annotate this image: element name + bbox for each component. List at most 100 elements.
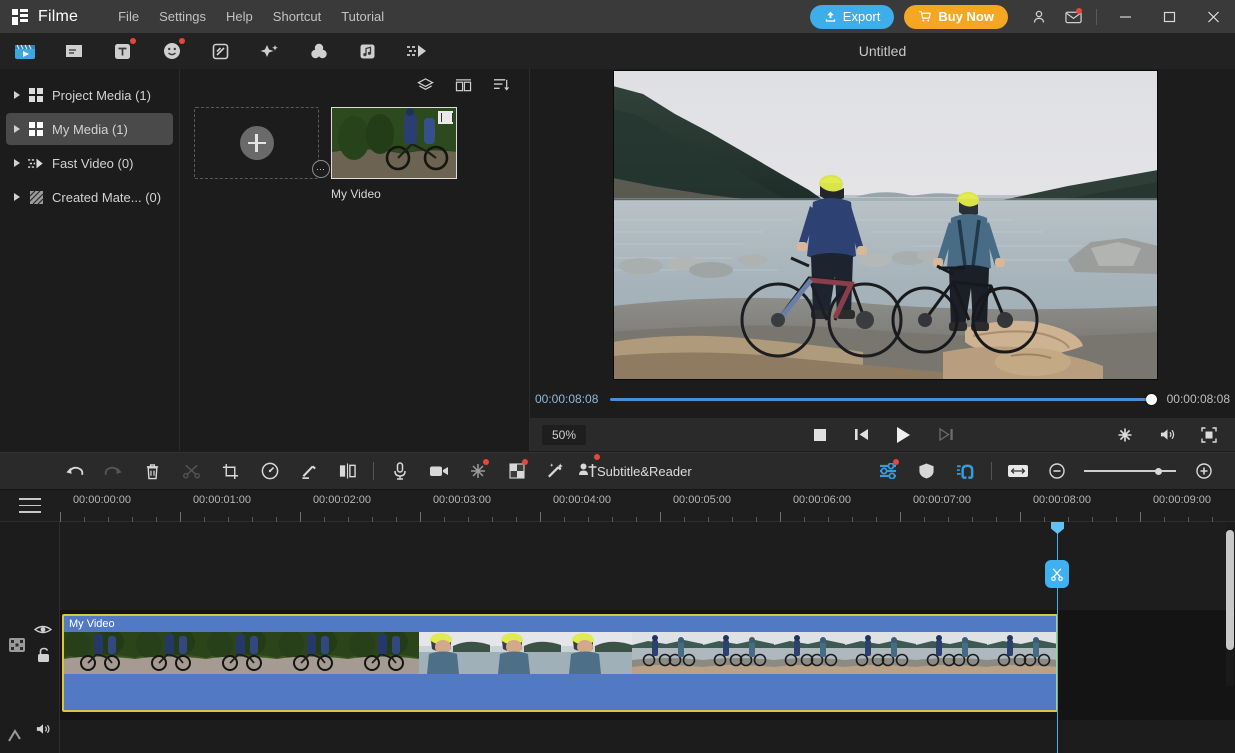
- scrollbar-thumb[interactable]: [1226, 530, 1234, 650]
- media-item[interactable]: My Video: [331, 107, 457, 201]
- sidebar-item-created-materials[interactable]: Created Mate... (0): [6, 181, 173, 213]
- zoom-in-button[interactable]: [1184, 452, 1223, 490]
- playhead[interactable]: [1045, 522, 1069, 753]
- subtitle-badge-dot: [594, 454, 600, 460]
- menu-help[interactable]: Help: [216, 3, 263, 30]
- tool-audio[interactable]: [343, 33, 392, 69]
- video-preview[interactable]: [613, 70, 1158, 380]
- mirror-button[interactable]: [328, 452, 367, 490]
- subtitle-reader-icon-wrap[interactable]: [575, 452, 601, 490]
- color-edit-button[interactable]: [289, 452, 328, 490]
- prev-frame-button[interactable]: [852, 425, 872, 445]
- buy-now-button[interactable]: Buy Now: [904, 4, 1008, 29]
- minimize-button[interactable]: [1103, 0, 1147, 33]
- screen-record-button[interactable]: [419, 452, 458, 490]
- ruler-ticks: 00:00:00:00 00:00:01:00 00:00:02:00 00:00:0…: [60, 490, 1235, 522]
- tool-text[interactable]: [98, 33, 147, 69]
- settings-button[interactable]: [1115, 425, 1135, 445]
- more-options-icon[interactable]: ⋯: [312, 160, 330, 178]
- sidebar-item-fast-video[interactable]: Fast Video (0): [6, 147, 173, 179]
- subtitle-reader-label[interactable]: Subtitle&Reader: [597, 464, 692, 479]
- ruler-label: 00:00:03:00: [432, 494, 492, 506]
- preview-zoom-level[interactable]: 50%: [542, 424, 587, 445]
- account-button[interactable]: [1022, 0, 1056, 33]
- green-screen-badge-dot: [522, 459, 528, 465]
- messages-button[interactable]: [1056, 0, 1090, 33]
- grid-view-icon[interactable]: [453, 75, 473, 95]
- ruler-label: 00:00:01:00: [192, 494, 252, 506]
- add-media-tile[interactable]: ⋯: [194, 107, 330, 179]
- zoom-out-button[interactable]: [1037, 452, 1076, 490]
- ruler-tick-major: [780, 512, 781, 522]
- green-screen-button[interactable]: [497, 452, 536, 490]
- denoise-button[interactable]: [458, 452, 497, 490]
- volume-button[interactable]: [1157, 425, 1177, 445]
- record-voice-button[interactable]: [380, 452, 419, 490]
- zoom-slider-handle[interactable]: [1154, 467, 1162, 475]
- tool-templates[interactable]: [49, 33, 98, 69]
- menu-shortcut[interactable]: Shortcut: [263, 3, 331, 30]
- tool-fast-video[interactable]: [392, 33, 441, 69]
- ruler-label: 00:00:05:00: [672, 494, 732, 506]
- menu-settings[interactable]: Settings: [149, 3, 216, 30]
- sort-list-icon[interactable]: [491, 75, 511, 95]
- primary-tool-strip: [0, 33, 530, 69]
- hatched-square-icon: [28, 189, 44, 205]
- clip-thumbnail: [561, 632, 632, 674]
- ruler-tick-major: [180, 512, 181, 522]
- toolbar-divider: [373, 462, 374, 480]
- audio-mixer-button[interactable]: [868, 452, 907, 490]
- split-at-playhead-button[interactable]: [1045, 560, 1069, 588]
- fit-timeline-button[interactable]: [998, 452, 1037, 490]
- audio-track[interactable]: [60, 720, 1235, 753]
- close-button[interactable]: [1191, 0, 1235, 33]
- timeline-menu-icon[interactable]: [19, 498, 41, 514]
- tool-sticker[interactable]: [147, 33, 196, 69]
- play-button[interactable]: [894, 425, 914, 445]
- maximize-button[interactable]: [1147, 0, 1191, 33]
- sidebar-item-project-media[interactable]: Project Media (1): [6, 79, 173, 111]
- seek-slider[interactable]: [610, 392, 1157, 406]
- layers-icon[interactable]: [415, 75, 435, 95]
- timeline-clip[interactable]: My Video: [62, 614, 1058, 712]
- ruler-tick-major: [660, 512, 661, 522]
- tool-effects[interactable]: [245, 33, 294, 69]
- menu-tutorial[interactable]: Tutorial: [331, 3, 394, 30]
- speed-button[interactable]: [250, 452, 289, 490]
- unlock-icon[interactable]: [34, 646, 52, 664]
- chevron-right-icon: [14, 125, 20, 133]
- video-track[interactable]: My Video: [60, 610, 1235, 720]
- media-thumbnail[interactable]: [331, 107, 457, 179]
- titlebar-actions: Export Buy Now: [809, 0, 1235, 33]
- split-button[interactable]: [172, 452, 211, 490]
- timeline-vertical-scrollbar[interactable]: [1226, 522, 1234, 686]
- preview-right-controls: [1115, 425, 1235, 445]
- tool-media[interactable]: [0, 33, 49, 69]
- eye-visible-icon[interactable]: [34, 620, 52, 638]
- timeline-ruler[interactable]: 00:00:00:00 00:00:01:00 00:00:02:00 00:00:0…: [0, 490, 1235, 522]
- sidebar-item-my-media[interactable]: My Media (1): [6, 113, 173, 145]
- speaker-icon[interactable]: [34, 720, 52, 738]
- magnet-snap-button[interactable]: [946, 452, 985, 490]
- ruler-tick-major: [540, 512, 541, 522]
- plus-icon[interactable]: [239, 126, 274, 160]
- undo-button[interactable]: [55, 452, 94, 490]
- stop-button[interactable]: [810, 425, 830, 445]
- crop-button[interactable]: [211, 452, 250, 490]
- auto-enhance-button[interactable]: [536, 452, 575, 490]
- timeline-canvas[interactable]: My Video: [60, 522, 1235, 753]
- media-panel: ⋯ My Video: [180, 69, 530, 451]
- media-grid: ⋯ My Video: [180, 101, 529, 201]
- delete-button[interactable]: [133, 452, 172, 490]
- next-frame-button[interactable]: [936, 425, 956, 445]
- watermark-button[interactable]: [907, 452, 946, 490]
- redo-button[interactable]: [94, 452, 133, 490]
- fullscreen-button[interactable]: [1199, 425, 1219, 445]
- timeline-zoom-slider[interactable]: [1084, 464, 1176, 478]
- tool-transition[interactable]: [196, 33, 245, 69]
- menu-file[interactable]: File: [108, 3, 149, 30]
- seek-handle[interactable]: [1145, 393, 1157, 405]
- sticker-smiley-icon: [162, 41, 182, 61]
- tool-filters[interactable]: [294, 33, 343, 69]
- export-button[interactable]: Export: [809, 4, 895, 29]
